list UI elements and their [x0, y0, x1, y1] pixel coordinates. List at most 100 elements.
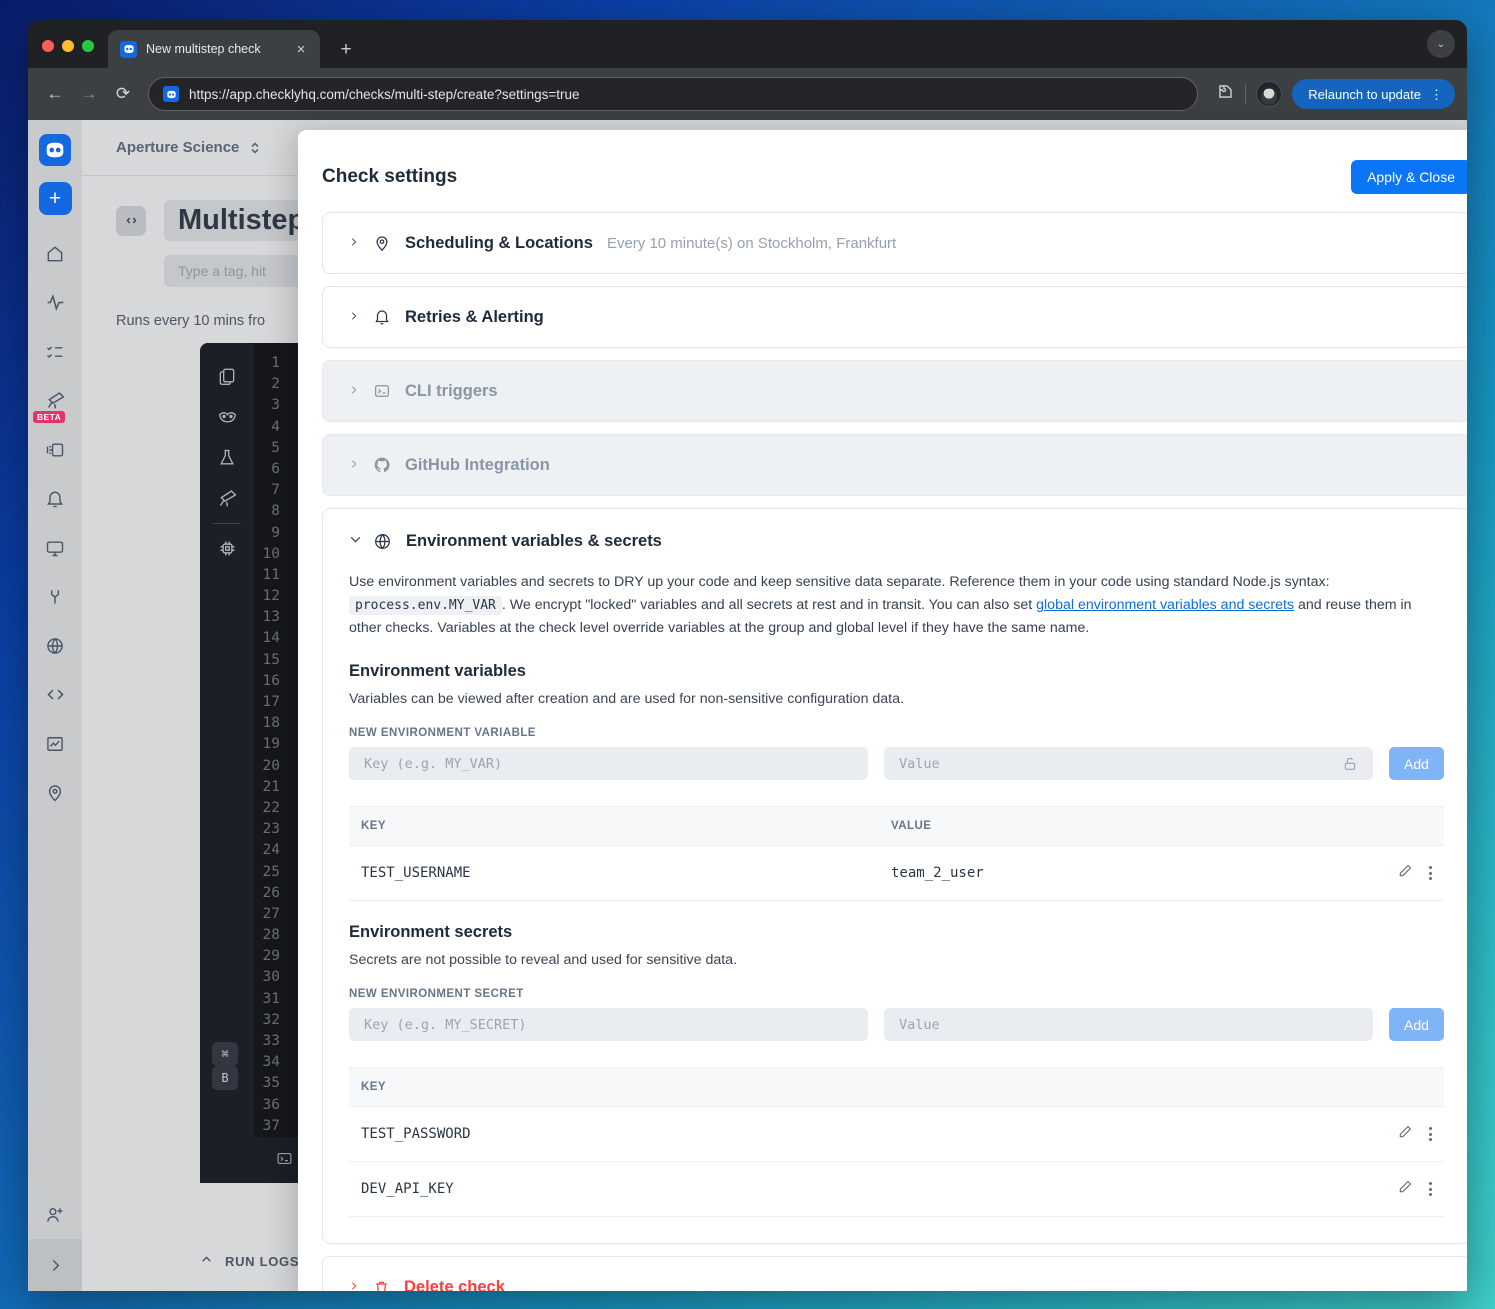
- panel-title: Delete check: [404, 1277, 505, 1292]
- checkly-logo-icon[interactable]: [39, 134, 71, 166]
- chevron-right-icon[interactable]: [349, 309, 359, 326]
- terminal-icon[interactable]: [276, 1150, 293, 1170]
- editor-playwright-icon[interactable]: [207, 396, 247, 437]
- sidebar-item-checks[interactable]: [32, 327, 78, 376]
- sidebar-item-maintenance[interactable]: [32, 572, 78, 621]
- env-var-value-input[interactable]: Value: [884, 747, 1373, 780]
- line-number: 21: [262, 778, 280, 795]
- browser-tab[interactable]: New multistep check ×: [108, 30, 320, 68]
- create-new-button[interactable]: +: [38, 182, 72, 215]
- environment-description: Use environment variables and secrets to…: [349, 571, 1444, 640]
- column-header-actions: [1364, 1067, 1444, 1107]
- env-secret-value-input[interactable]: Value: [884, 1008, 1373, 1041]
- line-number: 13: [262, 609, 280, 626]
- sidebar-item-monitoring[interactable]: [32, 278, 78, 327]
- line-number: 31: [262, 990, 280, 1007]
- line-number: 20: [262, 757, 280, 774]
- env-secret-key-cell: TEST_PASSWORD: [349, 1106, 1364, 1162]
- new-environment-variable-row: Key (e.g. MY_VAR) Value Add: [349, 747, 1444, 780]
- add-environment-variable-button[interactable]: Add: [1389, 747, 1444, 780]
- add-environment-secret-button[interactable]: Add: [1389, 1008, 1444, 1041]
- reload-icon[interactable]: ⟳: [108, 79, 138, 109]
- table-header-row: KEY: [349, 1067, 1444, 1107]
- sidebar-item-alerts[interactable]: [32, 474, 78, 523]
- row-menu-icon[interactable]: [1429, 866, 1432, 880]
- table-body: TEST_PASSWORD DEV_API_KEY: [349, 1106, 1444, 1217]
- edit-pencil-icon[interactable]: [1397, 863, 1413, 883]
- multistep-check-icon: [116, 205, 146, 236]
- table-head: KEY VALUE: [349, 806, 1444, 846]
- row-menu-icon[interactable]: [1429, 1182, 1432, 1196]
- env-secret-key-input[interactable]: Key (e.g. MY_SECRET): [349, 1008, 868, 1041]
- line-number: 36: [262, 1096, 280, 1113]
- address-bar[interactable]: https://app.checklyhq.com/checks/multi-s…: [148, 77, 1198, 111]
- panel-subtitle: Every 10 minute(s) on Stockholm, Frankfu…: [606, 234, 897, 252]
- desc-part-1: Use environment variables and secrets to…: [349, 574, 1330, 590]
- forward-icon[interactable]: →: [74, 79, 104, 109]
- unlock-icon[interactable]: [1342, 756, 1358, 772]
- sidebar-expand-button[interactable]: [28, 1239, 82, 1291]
- editor-cmd-key-chip: ⌘: [212, 1042, 238, 1066]
- row-menu-icon[interactable]: [1429, 1127, 1432, 1141]
- sidebar-item-status-pages[interactable]: [32, 621, 78, 670]
- chevron-right-icon[interactable]: [349, 383, 359, 400]
- panel-retries-alerting[interactable]: Retries & Alerting: [322, 286, 1467, 348]
- chevron-right-icon[interactable]: [349, 1279, 359, 1292]
- panel-title: Environment variables & secrets: [406, 531, 662, 550]
- tab-list-chevron-icon[interactable]: ⌄: [1427, 30, 1455, 58]
- env-var-actions-cell: [1364, 845, 1444, 901]
- panel-title: GitHub Integration: [405, 455, 550, 474]
- panel-environment-variables-secrets[interactable]: Environment variables & secrets Use envi…: [322, 508, 1467, 1244]
- editor-runtime-chip-icon[interactable]: [207, 528, 247, 569]
- check-settings-modal: Check settings Apply & Close Scheduling …: [298, 130, 1467, 1291]
- profile-avatar[interactable]: [1256, 81, 1283, 107]
- extensions-icon[interactable]: [1216, 82, 1235, 106]
- environment-variables-heading: Environment variables: [349, 662, 526, 680]
- close-window-button[interactable]: [42, 40, 54, 52]
- sidebar-item-analytics[interactable]: [32, 719, 78, 768]
- minimize-window-button[interactable]: [62, 40, 74, 52]
- panel-title: Scheduling & Locations: [405, 233, 593, 252]
- sidebar-item-locations[interactable]: [32, 768, 78, 817]
- editor-test-flask-icon[interactable]: [207, 437, 247, 478]
- organization-switcher-icon[interactable]: [249, 140, 261, 156]
- line-number: 5: [271, 439, 280, 456]
- line-number: 25: [262, 863, 280, 880]
- table-row: TEST_USERNAME team_2_user: [349, 845, 1444, 901]
- panel-github-integration[interactable]: GitHub Integration: [322, 434, 1467, 496]
- apply-and-close-button[interactable]: Apply & Close: [1351, 160, 1467, 194]
- close-tab-icon[interactable]: ×: [292, 42, 310, 57]
- browser-toolbar: ← → ⟳ https://app.checklyhq.com/checks/m…: [28, 68, 1467, 120]
- edit-pencil-icon[interactable]: [1397, 1124, 1413, 1144]
- relaunch-to-update-button[interactable]: Relaunch to update ⋮: [1292, 79, 1455, 109]
- sidebar-item-home[interactable]: [32, 229, 78, 278]
- browser-menu-icon[interactable]: ⋮: [1430, 88, 1443, 101]
- chevron-right-icon[interactable]: [349, 235, 359, 252]
- line-number: 3: [271, 397, 280, 414]
- global-env-vars-link[interactable]: global environment variables and secrets: [1036, 597, 1294, 613]
- chevron-right-icon[interactable]: [349, 457, 359, 474]
- maximize-window-button[interactable]: [82, 40, 94, 52]
- new-tab-button[interactable]: +: [336, 40, 356, 59]
- sidebar-item-code[interactable]: [32, 670, 78, 719]
- page-title: Check settings: [322, 166, 458, 187]
- sidebar-item-reports[interactable]: [32, 425, 78, 474]
- check-name-input[interactable]: Multistep: [164, 200, 320, 241]
- panel-cli-triggers[interactable]: CLI triggers: [322, 360, 1467, 422]
- run-logs-toggle[interactable]: RUN LOGS: [200, 1253, 299, 1269]
- sidebar-item-dashboards[interactable]: [32, 523, 78, 572]
- panel-scheduling-locations[interactable]: Scheduling & Locations Every 10 minute(s…: [322, 212, 1467, 274]
- sidebar-item-telescope-beta[interactable]: BETA: [32, 376, 78, 425]
- sidebar-item-invite-user[interactable]: [32, 1190, 78, 1239]
- env-var-key-input[interactable]: Key (e.g. MY_VAR): [349, 747, 868, 780]
- line-number: 29: [262, 948, 280, 965]
- editor-telescope-icon[interactable]: [207, 478, 247, 519]
- chevron-down-icon[interactable]: [349, 533, 361, 549]
- window-traffic-lights: [42, 40, 108, 68]
- back-icon[interactable]: ←: [40, 79, 70, 109]
- terminal-icon: [373, 382, 391, 400]
- editor-files-icon[interactable]: [207, 355, 247, 396]
- edit-pencil-icon[interactable]: [1397, 1179, 1413, 1199]
- panel-delete-check[interactable]: Delete check: [322, 1256, 1467, 1291]
- line-number: 6: [271, 460, 280, 477]
